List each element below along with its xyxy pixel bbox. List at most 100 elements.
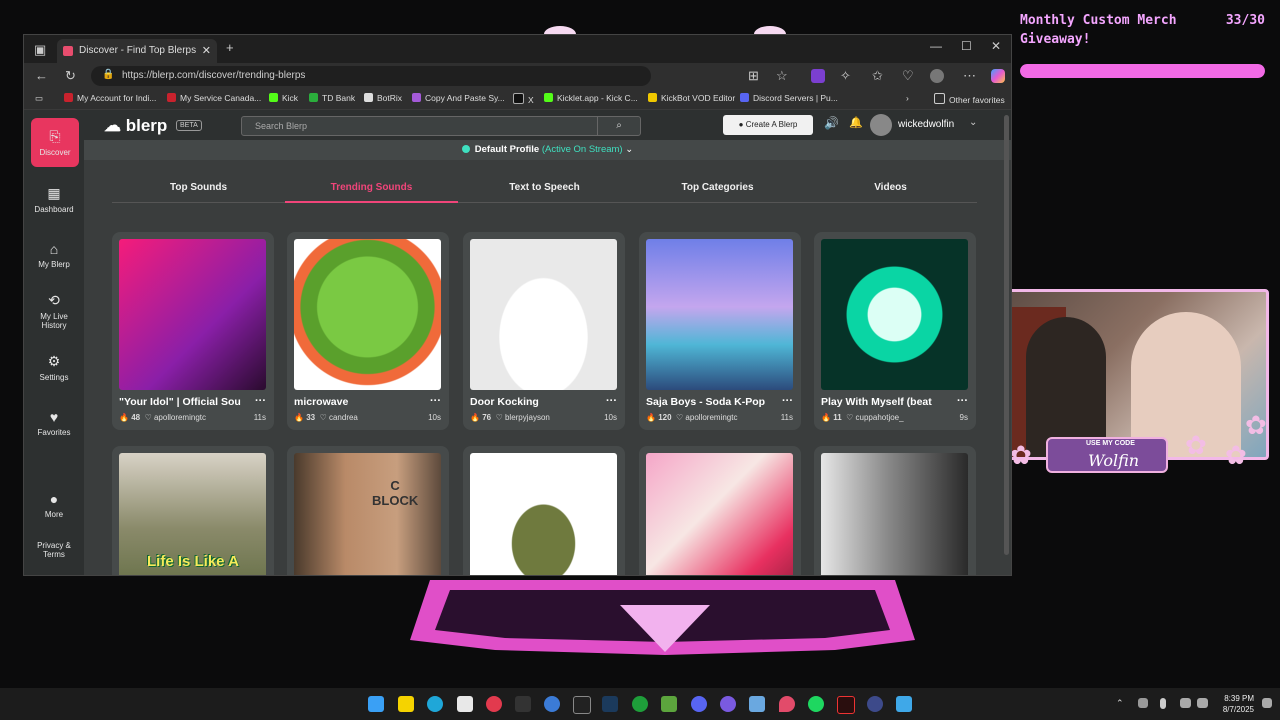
close-window-icon[interactable]: ✕ (991, 39, 1001, 53)
extensions-puzzle-icon[interactable]: ✧ (840, 68, 851, 84)
maximize-icon[interactable]: ☐ (961, 39, 972, 53)
app-icon[interactable] (867, 696, 883, 712)
tab-videos[interactable]: Videos (804, 182, 977, 193)
bookmark-item[interactable]: Kicklet.app - Kick C... (544, 93, 638, 103)
spotify-icon[interactable] (808, 696, 824, 712)
sound-thumbnail[interactable] (821, 453, 968, 575)
sound-card[interactable]: Saja Boys - Soda K-Pop ··· 🔥 120 ♡ apoll… (639, 232, 801, 430)
sound-thumbnail[interactable] (294, 239, 441, 390)
page-scrollbar[interactable] (1004, 115, 1009, 555)
edge-icon[interactable] (427, 696, 443, 712)
sound-card[interactable] (639, 446, 801, 575)
photos-icon[interactable] (896, 696, 912, 712)
app-icon[interactable] (486, 696, 502, 712)
heart-outline-icon[interactable]: ♡ (676, 413, 683, 422)
more-bookmarks-chevron-icon[interactable]: › (906, 93, 909, 103)
copilot-icon[interactable] (991, 69, 1005, 83)
more-options-icon[interactable]: ··· (255, 395, 266, 407)
refresh-icon[interactable]: ↻ (65, 68, 76, 84)
sidebar-item-settings[interactable]: ⚙ Settings (24, 353, 84, 382)
bookmark-item[interactable]: Kick (269, 93, 298, 103)
username[interactable]: wickedwolfin (898, 119, 954, 130)
bookmark-item[interactable]: X (513, 93, 534, 105)
tray-overflow-icon[interactable]: ⌃ (1116, 698, 1126, 708)
sidebar-item-my-blerp[interactable]: ⌂ My Blerp (24, 241, 84, 269)
create-blerp-button[interactable]: ● Create A Blerp (723, 115, 813, 135)
bookmark-item[interactable]: My Account for Indi... (64, 93, 156, 103)
app-icon[interactable] (749, 696, 765, 712)
sound-thumbnail[interactable] (470, 239, 617, 390)
bell-icon[interactable]: 🔔 (849, 116, 863, 129)
volume-icon[interactable] (1197, 698, 1208, 708)
url-field[interactable]: 🔒 https://blerp.com/discover/trending-bl… (91, 66, 651, 86)
sound-author[interactable]: blerpyjayson (505, 413, 550, 422)
back-icon[interactable]: ← (35, 68, 48, 83)
tab-top-sounds[interactable]: Top Sounds (112, 182, 285, 193)
bookmarks-menu-icon[interactable]: ▭ (35, 93, 43, 104)
search-input[interactable]: Search Blerp ⌕ (241, 116, 641, 136)
sound-author[interactable]: apolloremingtc (685, 413, 737, 422)
microphone-icon[interactable] (1160, 698, 1166, 709)
sound-card[interactable] (814, 446, 976, 575)
bookmark-item[interactable]: Copy And Paste Sy... (412, 93, 505, 103)
start-icon[interactable] (368, 696, 384, 712)
sound-author[interactable]: apolloremingtc (154, 413, 206, 422)
sound-thumbnail[interactable] (646, 239, 793, 390)
bookmark-item[interactable]: BotRix (364, 93, 402, 103)
tab-trending-sounds[interactable]: Trending Sounds (285, 182, 458, 203)
search-button[interactable]: ⌕ (597, 117, 640, 135)
sound-thumbnail[interactable]: C BLOCK (294, 453, 441, 575)
sound-card[interactable] (463, 446, 625, 575)
avatar[interactable] (870, 114, 892, 136)
system-clock[interactable]: 8:39 PM 8/7/2025 (1214, 693, 1254, 715)
sound-card[interactable]: Play With Myself (beat ··· 🔥 11 ♡ cuppah… (814, 232, 976, 430)
app-available-icon[interactable]: ⊞ (748, 68, 759, 84)
heart-outline-icon[interactable]: ♡ (320, 413, 327, 422)
vivaldi-icon[interactable] (457, 696, 473, 712)
app-icon[interactable] (544, 696, 560, 712)
profile-icon[interactable] (930, 69, 944, 83)
bookmark-item[interactable]: KickBot VOD Editor (648, 93, 735, 103)
sound-author[interactable]: cuppahotjoe_ (856, 413, 904, 422)
bookmark-item[interactable]: TD Bank (309, 93, 355, 103)
more-options-icon[interactable]: ··· (606, 395, 617, 407)
minecraft-icon[interactable] (661, 696, 677, 712)
notification-bell-icon[interactable] (1262, 698, 1272, 708)
sound-thumbnail[interactable] (470, 453, 617, 575)
other-favorites[interactable]: Other favorites (934, 93, 1005, 105)
sidebar-item-live-history[interactable]: ⟲ My Live History (24, 292, 84, 330)
chevron-down-icon[interactable]: ⌄ (969, 117, 977, 128)
bookmark-item[interactable]: Discord Servers | Pu... (740, 93, 838, 103)
browser-essentials-icon[interactable]: ♡ (902, 68, 914, 84)
favorites-icon[interactable]: ✩ (872, 68, 883, 84)
more-options-icon[interactable]: ··· (430, 395, 441, 407)
sticky-notes-icon[interactable] (398, 696, 414, 712)
tray-app-icon[interactable] (1138, 698, 1148, 708)
more-options-icon[interactable]: ··· (782, 395, 793, 407)
sidebar-item-more[interactable]: ● More (24, 491, 84, 519)
sound-thumbnail[interactable]: Life Is Like A (119, 453, 266, 575)
sidebar-item-dashboard[interactable]: ▦ Dashboard (24, 185, 84, 214)
capcut-icon[interactable] (573, 696, 591, 714)
blerp-logo[interactable]: ☁ blerp (104, 116, 167, 136)
sound-card[interactable]: "Your Idol" | Official Sou ··· 🔥 48 ♡ ap… (112, 232, 274, 430)
steam-icon[interactable] (602, 696, 618, 712)
browser-tab[interactable]: Discover - Find Top Blerps, Stream ✕ (57, 39, 217, 63)
more-options-icon[interactable]: ··· (957, 395, 968, 407)
sound-title[interactable]: Saja Boys - Soda K-Pop (646, 396, 776, 408)
xbox-icon[interactable] (632, 696, 648, 712)
network-icon[interactable] (1180, 698, 1191, 708)
sound-thumbnail[interactable] (821, 239, 968, 390)
sound-card[interactable]: microwave ··· 🔥 33 ♡ candrea 10s (287, 232, 449, 430)
sound-title[interactable]: Door Kocking (470, 396, 600, 408)
volume-icon[interactable]: 🔊 (824, 116, 839, 130)
adobe-icon[interactable] (837, 696, 855, 714)
menu-icon[interactable]: ⋯ (963, 68, 976, 84)
favorite-star-icon[interactable]: ☆ (776, 68, 788, 84)
new-tab-icon[interactable]: + (226, 40, 234, 55)
close-tab-icon[interactable]: ✕ (202, 44, 211, 57)
sidebar-item-privacy[interactable]: Privacy & Terms (24, 541, 84, 559)
discord-icon[interactable] (691, 696, 707, 712)
sidebar-item-favorites[interactable]: ♥ Favorites (24, 409, 84, 437)
tab-actions-icon[interactable]: ▣ (34, 42, 46, 58)
